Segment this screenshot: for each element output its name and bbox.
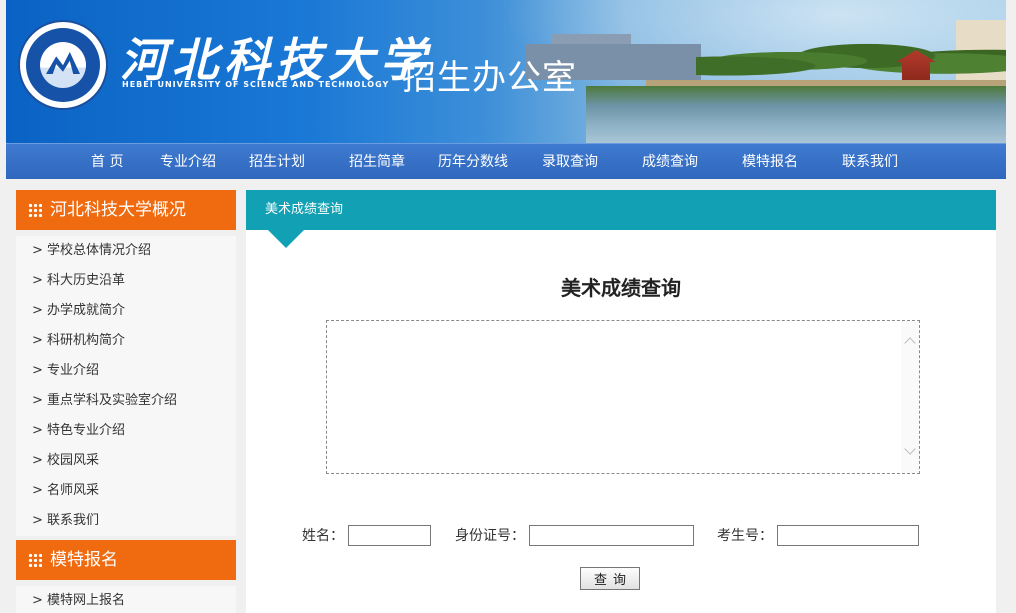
header-banner: 河北科技大学 HEBEI UNIVERSITY OF SCIENCE AND T… [6, 0, 1006, 143]
sidebar-item-labs[interactable]: > 重点学科及实验室介绍 [16, 386, 236, 416]
nav-model[interactable]: 模特报名 [742, 144, 798, 180]
nav-grades[interactable]: 成绩查询 [642, 144, 698, 180]
sidebar-item-overall[interactable]: > 学校总体情况介绍 [16, 236, 236, 266]
sidebar-section-title: 河北科技大学概况 [50, 200, 186, 220]
sidebar-item-teachers[interactable]: > 名师风采 [16, 476, 236, 506]
breadcrumb: 美术成绩查询 [246, 190, 996, 248]
sidebar-item-achievements[interactable]: > 办学成就简介 [16, 296, 236, 326]
name-label: 姓名： [302, 528, 344, 544]
sidebar-item-campus[interactable]: > 校园风采 [16, 446, 236, 476]
main-content: 美术成绩查询 美术成绩查询 姓名： 身份证号： 考生号： 查询 [246, 190, 996, 613]
university-name-en: HEBEI UNIVERSITY OF SCIENCE AND TECHNOLO… [122, 80, 390, 89]
sidebar-section-overview: 河北科技大学概况 [16, 190, 236, 230]
sidebar-item-featured[interactable]: > 特色专业介绍 [16, 416, 236, 446]
nav-brochure[interactable]: 招生简章 [349, 144, 405, 180]
nav-contact[interactable]: 联系我们 [842, 144, 898, 180]
sidebar-item-history[interactable]: > 科大历史沿革 [16, 266, 236, 296]
exam-no-input[interactable] [777, 525, 919, 546]
grid-icon [28, 203, 42, 217]
id-number-input[interactable] [529, 525, 694, 546]
query-button[interactable]: 查询 [580, 567, 640, 590]
sidebar-section-title: 模特报名 [50, 550, 118, 570]
chevron-up-icon[interactable] [904, 337, 916, 349]
breadcrumb-notch [268, 230, 304, 248]
nav-admission[interactable]: 录取查询 [542, 144, 598, 180]
nav-plan[interactable]: 招生计划 [249, 144, 305, 180]
name-input[interactable] [348, 525, 431, 546]
sidebar-item-research[interactable]: > 科研机构简介 [16, 326, 236, 356]
exam-no-label: 考生号： [717, 528, 773, 544]
sidebar-item-contact[interactable]: > 联系我们 [16, 506, 236, 536]
scrollbar[interactable] [901, 321, 919, 473]
office-title: 招生办公室 [402, 58, 577, 98]
nav-home[interactable]: 首 页 [91, 144, 123, 180]
willow-trees [696, 36, 1006, 86]
chevron-down-icon[interactable] [904, 443, 916, 455]
id-label: 身份证号： [455, 528, 525, 544]
main-nav: 首 页 专业介绍 招生计划 招生简章 历年分数线 录取查询 成绩查询 模特报名 … [6, 143, 1006, 179]
result-textarea[interactable] [326, 320, 920, 474]
breadcrumb-label: 美术成绩查询 [265, 202, 344, 217]
university-logo[interactable] [18, 20, 108, 110]
grid-icon [28, 553, 42, 567]
nav-scores[interactable]: 历年分数线 [438, 144, 508, 180]
lake [586, 86, 1006, 143]
sidebar-item-majors[interactable]: > 专业介绍 [16, 356, 236, 386]
sidebar-section-model: 模特报名 [16, 540, 236, 580]
sidebar-item-model-register[interactable]: > 模特网上报名 [16, 586, 236, 613]
page-title: 美术成绩查询 [561, 276, 681, 300]
sidebar-list-model: > 模特网上报名 [16, 586, 236, 613]
nav-majors[interactable]: 专业介绍 [160, 144, 216, 180]
sidebar-list-overview: > 学校总体情况介绍 > 科大历史沿革 > 办学成就简介 > 科研机构简介 > … [16, 236, 236, 536]
